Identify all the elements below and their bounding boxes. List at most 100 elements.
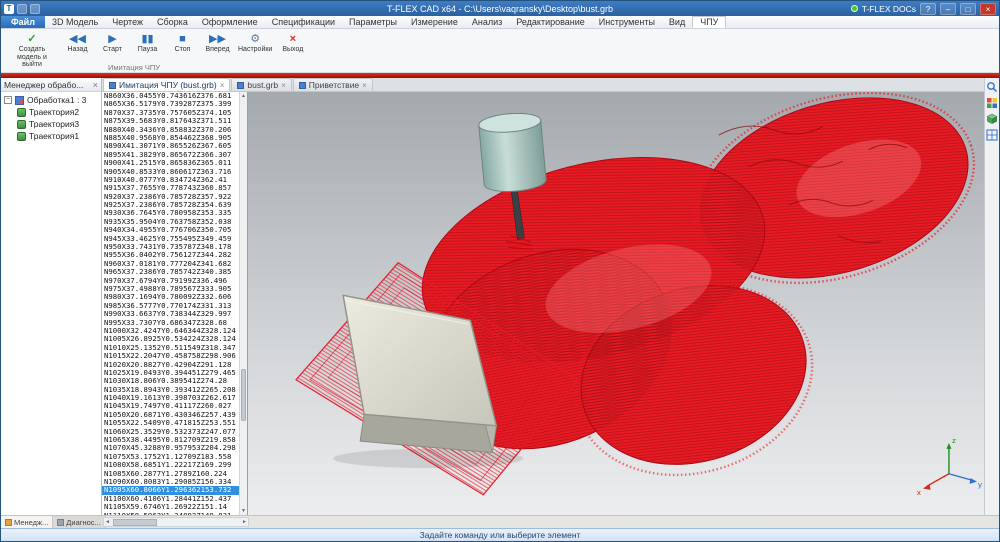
view-grid-icon[interactable] <box>986 129 998 141</box>
tree-item-label: Обработка1 : 3 <box>27 95 86 105</box>
menu-bar: Файл3D МодельЧертежСборкаОформлениеСпеци… <box>1 16 999 29</box>
menu-item-view[interactable]: Вид <box>662 16 692 28</box>
ribbon-button-exit[interactable]: ×Выход <box>276 31 309 55</box>
panel-tab-icon <box>57 519 64 526</box>
undo-icon[interactable] <box>30 4 40 14</box>
main-area: Менеджер обрабо... × − Обработка1 : 3 Трае… <box>1 78 999 515</box>
menu-item-parameters[interactable]: Параметры <box>342 16 404 28</box>
document-area: Имитация ЧПУ (bust.grb)×bust.grb×Приветс… <box>102 78 984 515</box>
tree-item-trajectory-3[interactable]: Траектория1 <box>1 130 101 142</box>
menu-item-tools[interactable]: Инструменты <box>592 16 662 28</box>
ribbon-button-create-model-exit[interactable]: ✓Создать модель и выйти <box>5 31 59 70</box>
tab-label: Приветствие <box>309 80 359 90</box>
scroll-down-icon[interactable]: ▼ <box>241 507 246 515</box>
menu-item-cnc[interactable]: ЧПУ <box>692 16 726 28</box>
panel-tab-icon <box>5 519 12 526</box>
save-icon[interactable] <box>17 4 27 14</box>
collapse-icon[interactable]: − <box>4 96 12 104</box>
scroll-left-icon[interactable]: ◄ <box>104 519 111 525</box>
tab-simulation[interactable]: Имитация ЧПУ (bust.grb)× <box>103 78 230 91</box>
tflex-docs-button[interactable]: T-FLEX DOCs <box>862 4 916 14</box>
block-shadow <box>333 449 523 468</box>
manager-panel-header: Менеджер обрабо... × <box>1 78 101 92</box>
menu-item-3d-model[interactable]: 3D Модель <box>45 16 105 28</box>
scrollbar-track[interactable] <box>240 100 247 507</box>
ribbon-button-start[interactable]: ▶Старт <box>96 31 129 55</box>
panel-tab-label: Диагнос... <box>66 518 101 527</box>
maximize-button[interactable]: □ <box>960 3 976 15</box>
panel-tab-diagnostics[interactable]: Диагнос... <box>53 516 106 528</box>
hscroll-thumb[interactable] <box>113 519 157 526</box>
palette-icon[interactable] <box>986 97 998 109</box>
gcode-hscroll[interactable]: ◄ ► <box>103 517 249 527</box>
panel-tabs: Менедж... Диагнос... <box>1 516 102 528</box>
ribbon-group-label: Имитация ЧПУ <box>59 63 209 72</box>
zoom-icon[interactable] <box>986 81 998 93</box>
window-title: T-FLEX CAD x64 - C:\Users\vaqransky\Desk… <box>1 4 999 14</box>
trajectory-icon <box>17 132 26 141</box>
axes-triad: x y z <box>917 436 982 497</box>
document-content: N860X36.0455Y0.743616Z376.681N865X36.517… <box>102 92 984 515</box>
scroll-up-icon[interactable]: ▲ <box>241 92 246 100</box>
menu-item-layout[interactable]: Оформление <box>195 16 265 28</box>
cube-icon[interactable] <box>986 113 998 125</box>
view-toolbar <box>984 78 999 515</box>
viewport-3d[interactable]: x y z <box>248 92 984 515</box>
operation-icon <box>15 96 24 105</box>
document-icon <box>299 82 306 89</box>
manager-panel-title: Менеджер обрабо... <box>4 80 83 90</box>
close-tab-icon[interactable]: × <box>362 81 367 90</box>
scene-3d[interactable]: x y z <box>248 92 984 515</box>
menu-item-specifications[interactable]: Спецификации <box>265 16 342 28</box>
menu-item-drawing[interactable]: Чертеж <box>105 16 150 28</box>
scroll-right-icon[interactable]: ► <box>241 519 248 525</box>
ribbon-button-label: Выход <box>278 46 307 54</box>
app-icon: T <box>4 4 14 14</box>
tree-item-label: Траектория3 <box>29 119 79 129</box>
settings-icon: ⚙ <box>238 32 272 46</box>
back-icon: ◀◀ <box>63 32 92 46</box>
titlebar-controls: T-FLEX DOCs ? – □ × <box>851 3 999 15</box>
gcode-scrollbar[interactable]: ▲ ▼ <box>239 92 247 515</box>
ribbon-button-label: Старт <box>98 46 127 54</box>
axis-y-label: y <box>978 480 982 489</box>
tree-item-trajectory-1[interactable]: Траектория2 <box>1 106 101 118</box>
panel-close-icon[interactable]: × <box>93 80 98 90</box>
close-tab-icon[interactable]: × <box>281 81 286 90</box>
scrollbar-thumb[interactable] <box>241 369 246 421</box>
tflex-docs-status-icon <box>851 5 858 12</box>
app-window: T T-FLEX CAD x64 - C:\Users\vaqransky\De… <box>0 0 1000 542</box>
document-tab-bar: Имитация ЧПУ (bust.grb)×bust.grb×Приветс… <box>102 78 984 92</box>
close-tab-icon[interactable]: × <box>220 81 225 90</box>
tree-item-operation[interactable]: − Обработка1 : 3 <box>1 94 101 106</box>
tab-welcome[interactable]: Приветствие× <box>293 78 373 91</box>
quick-access-toolbar: T <box>1 4 40 14</box>
ribbon-button-settings[interactable]: ⚙Настройки <box>236 31 274 55</box>
close-button[interactable]: × <box>980 3 996 15</box>
minimize-button[interactable]: – <box>940 3 956 15</box>
tree-item-label: Траектория1 <box>29 131 79 141</box>
menu-item-editing[interactable]: Редактирование <box>509 16 592 28</box>
title-bar: T T-FLEX CAD x64 - C:\Users\vaqransky\De… <box>1 1 999 16</box>
tab-document[interactable]: bust.grb× <box>231 78 291 91</box>
ribbon-button-label: Вперед <box>203 46 232 54</box>
tab-label: Имитация ЧПУ (bust.grb) <box>119 80 217 90</box>
menu-item-assembly[interactable]: Сборка <box>150 16 195 28</box>
menu-item-file[interactable]: Файл <box>1 16 45 28</box>
ribbon-button-pause[interactable]: ▮▮Пауза <box>131 31 164 55</box>
gcode-list[interactable]: N860X36.0455Y0.743616Z376.681N865X36.517… <box>102 92 248 515</box>
menu-item-analysis[interactable]: Анализ <box>465 16 509 28</box>
status-text: Задайте команду или выберите элемент <box>420 530 581 540</box>
menu-item-measure[interactable]: Измерение <box>404 16 465 28</box>
tab-label: bust.grb <box>247 80 278 90</box>
manager-panel: Менеджер обрабо... × − Обработка1 : 3 Трае… <box>1 78 102 515</box>
ribbon-button-label: Настройки <box>238 46 272 54</box>
ribbon-button-forward[interactable]: ▶▶Вперед <box>201 31 234 55</box>
ribbon-button-back[interactable]: ◀◀Назад <box>61 31 94 55</box>
tree-item-label: Траектория2 <box>29 107 79 117</box>
help-button[interactable]: ? <box>920 3 936 15</box>
panel-tab-manager[interactable]: Менедж... <box>1 516 53 528</box>
tree-item-trajectory-2[interactable]: Траектория3 <box>1 118 101 130</box>
ribbon-button-stop[interactable]: ■Стоп <box>166 31 199 55</box>
ribbon-button-label: Стоп <box>168 46 197 54</box>
